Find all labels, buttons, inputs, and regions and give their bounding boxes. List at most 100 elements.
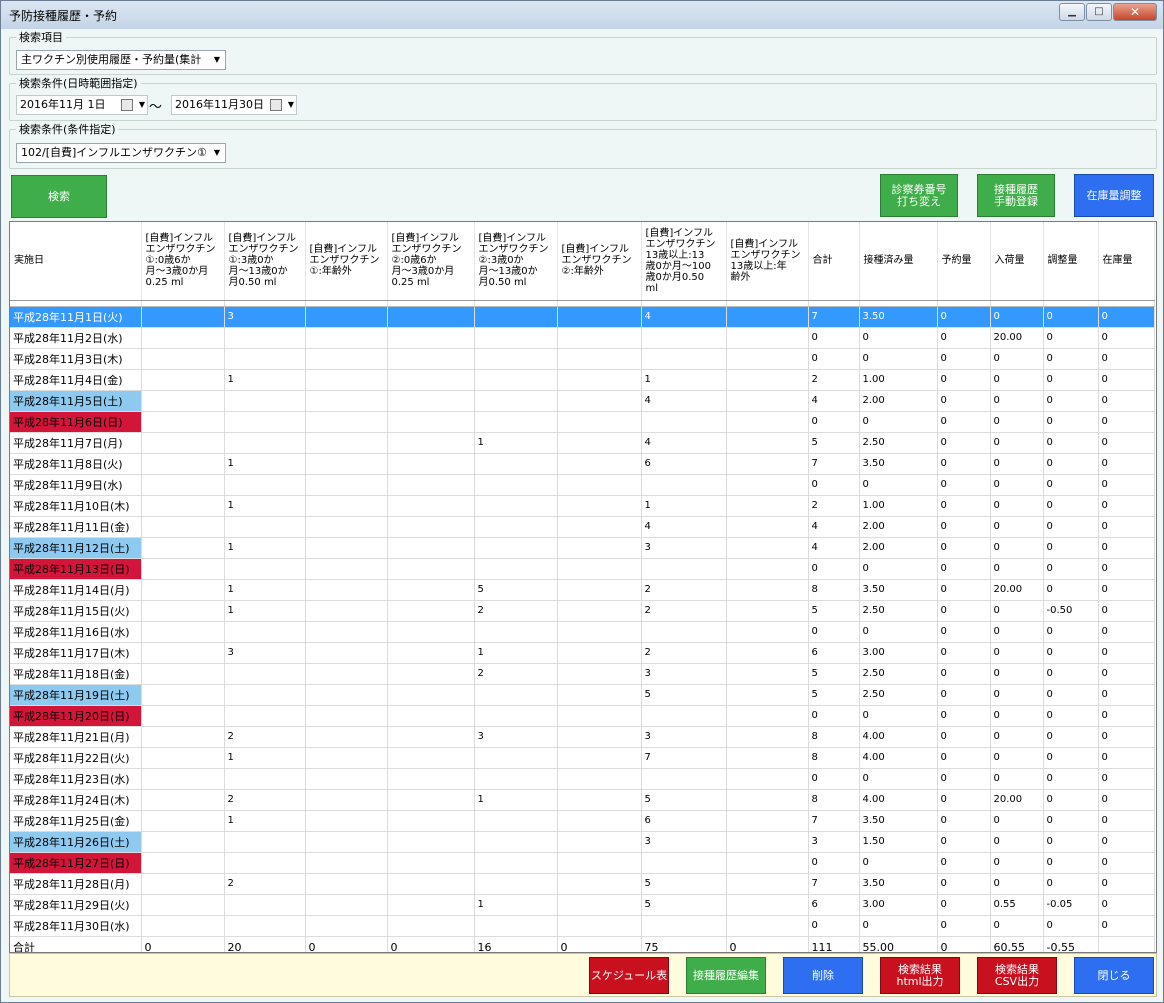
table-cell[interactable] [305, 600, 388, 622]
table-cell[interactable]: 3.50 [859, 306, 938, 328]
table-cell[interactable] [305, 495, 388, 517]
table-cell[interactable]: 0 [990, 663, 1044, 685]
table-cell[interactable]: 1 [224, 453, 306, 475]
table-cell[interactable] [387, 810, 475, 832]
table-cell[interactable]: 0 [808, 558, 860, 580]
table-cell[interactable]: 6 [641, 453, 727, 475]
table-cell[interactable]: 5 [808, 432, 860, 454]
date-cell[interactable]: 平成28年11月22日(火) [10, 747, 142, 769]
table-cell[interactable]: 4 [641, 432, 727, 454]
table-cell[interactable]: 0 [1098, 852, 1155, 874]
calendar-icon[interactable] [121, 99, 133, 111]
table-cell[interactable] [474, 621, 558, 643]
table-cell[interactable] [557, 894, 642, 916]
column-header[interactable]: [自費]インフル エンザワクチン 13歳以上:年 齢外 [726, 222, 809, 301]
table-cell[interactable] [474, 747, 558, 769]
table-cell[interactable] [141, 474, 225, 496]
table-cell[interactable]: 0 [1043, 453, 1099, 475]
table-row[interactable]: 平成28年11月24日(木) 2 1 5 8 4.00 0 20.00 0 0 [10, 789, 1155, 811]
table-cell[interactable]: 0 [1043, 579, 1099, 601]
table-cell[interactable] [641, 411, 727, 433]
table-cell[interactable] [141, 726, 225, 748]
table-cell[interactable] [474, 831, 558, 853]
table-row[interactable]: 平成28年11月3日(木) 0 0 0 0 0 0 [10, 348, 1155, 370]
table-cell[interactable]: 8 [808, 579, 860, 601]
table-cell[interactable] [305, 411, 388, 433]
table-cell[interactable] [141, 390, 225, 412]
table-cell[interactable]: 0 [859, 558, 938, 580]
chevron-down-icon[interactable]: ▼ [209, 51, 225, 69]
table-cell[interactable]: 2 [474, 600, 558, 622]
ticket-number-change-button[interactable]: 診察券番号 打ち変え [880, 174, 958, 217]
table-cell[interactable]: 4.00 [859, 747, 938, 769]
edit-history-button[interactable]: 接種履歴編集 [686, 957, 766, 994]
table-cell[interactable] [641, 852, 727, 874]
table-cell[interactable] [557, 327, 642, 349]
table-cell[interactable]: 0 [990, 390, 1044, 412]
table-cell[interactable]: 0 [1098, 894, 1155, 916]
table-cell[interactable] [387, 915, 475, 937]
date-cell[interactable]: 平成28年11月29日(火) [10, 894, 142, 916]
table-cell[interactable]: 0 [1043, 306, 1099, 328]
table-row[interactable]: 平成28年11月28日(月) 2 5 7 3.50 0 0 0 0 [10, 873, 1155, 895]
column-header[interactable]: [自費]インフル エンザワクチン ②:3歳0か 月～13歳0か 月0.50 ml [474, 222, 558, 301]
table-cell[interactable]: 7 [808, 810, 860, 832]
table-cell[interactable]: 0 [990, 516, 1044, 538]
table-cell[interactable]: 6 [641, 810, 727, 832]
table-cell[interactable] [726, 663, 809, 685]
column-header[interactable]: 入荷量 [990, 222, 1044, 301]
table-cell[interactable]: 0 [937, 810, 991, 832]
date-cell[interactable]: 平成28年11月12日(土) [10, 537, 142, 559]
table-cell[interactable]: 0 [859, 411, 938, 433]
table-cell[interactable]: 7 [808, 306, 860, 328]
close-button[interactable]: 閉じる [1074, 957, 1154, 994]
column-header[interactable]: 接種済み量 [859, 222, 938, 301]
table-cell[interactable] [141, 432, 225, 454]
csv-export-button[interactable]: 検索結果 CSV出力 [977, 957, 1057, 994]
table-cell[interactable]: 0 [1043, 684, 1099, 706]
table-cell[interactable]: 0 [990, 306, 1044, 328]
minimize-icon[interactable]: ▁ [1059, 3, 1085, 21]
date-from-picker[interactable]: 2016年11月 1日 ▼ [16, 95, 148, 115]
table-cell[interactable] [224, 684, 306, 706]
table-cell[interactable] [474, 369, 558, 391]
table-cell[interactable] [305, 579, 388, 601]
table-cell[interactable] [641, 327, 727, 349]
table-cell[interactable] [305, 873, 388, 895]
table-cell[interactable]: 2.00 [859, 390, 938, 412]
table-cell[interactable]: 0 [990, 411, 1044, 433]
table-cell[interactable] [557, 873, 642, 895]
date-cell[interactable]: 平成28年11月17日(木) [10, 642, 142, 664]
table-cell[interactable] [641, 474, 727, 496]
table-cell[interactable] [224, 327, 306, 349]
table-cell[interactable] [474, 558, 558, 580]
table-row[interactable]: 平成28年11月5日(土) 4 4 2.00 0 0 0 0 [10, 390, 1155, 412]
column-header[interactable]: [自費]インフル エンザワクチン 13歳以上:13 歳0か月～100 歳0か月0… [641, 222, 727, 301]
table-cell[interactable]: 3 [224, 642, 306, 664]
table-cell[interactable] [141, 600, 225, 622]
table-cell[interactable]: 0 [1098, 348, 1155, 370]
table-cell[interactable]: 0 [990, 873, 1044, 895]
table-cell[interactable] [726, 579, 809, 601]
table-cell[interactable]: 3.50 [859, 453, 938, 475]
table-cell[interactable]: 6 [808, 642, 860, 664]
table-row[interactable]: 平成28年11月15日(火) 1 2 2 5 2.50 0 0 -0.50 0 [10, 600, 1155, 622]
date-cell[interactable]: 平成28年11月24日(木) [10, 789, 142, 811]
table-cell[interactable] [305, 537, 388, 559]
table-cell[interactable] [141, 852, 225, 874]
table-cell[interactable] [387, 621, 475, 643]
table-cell[interactable] [474, 873, 558, 895]
chevron-down-icon[interactable]: ▼ [209, 144, 225, 162]
table-cell[interactable]: 0 [990, 705, 1044, 727]
table-cell[interactable]: 4.00 [859, 789, 938, 811]
chevron-down-icon[interactable]: ▼ [139, 96, 145, 114]
table-cell[interactable] [387, 663, 475, 685]
table-cell[interactable]: 4 [641, 390, 727, 412]
date-to-picker[interactable]: 2016年11月30日 ▼ [171, 95, 297, 115]
table-cell[interactable]: 0 [937, 453, 991, 475]
table-cell[interactable]: 0 [1043, 327, 1099, 349]
date-cell[interactable]: 平成28年11月13日(日) [10, 558, 142, 580]
table-cell[interactable] [387, 873, 475, 895]
table-cell[interactable]: 0 [937, 579, 991, 601]
table-cell[interactable]: 0 [1043, 537, 1099, 559]
